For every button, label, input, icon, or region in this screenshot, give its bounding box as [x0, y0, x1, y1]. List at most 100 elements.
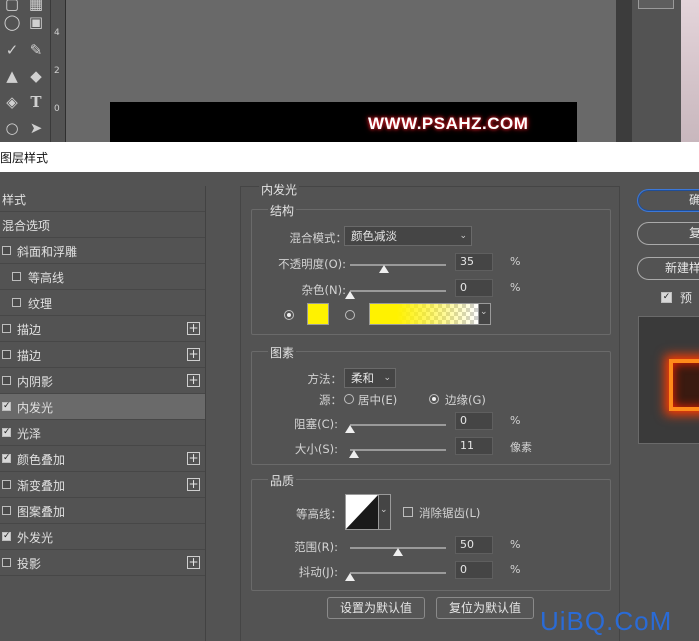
quality-title: 品质 [268, 472, 297, 489]
glow-gradient-swatch[interactable] [369, 303, 479, 325]
add-effect-button[interactable]: + [187, 322, 200, 335]
blend-mode-value: 颜色减淡 [351, 229, 397, 243]
site-watermark: UiBQ.CoM [540, 606, 673, 636]
document-canvas[interactable]: WWW.PSAHZ.COM [110, 102, 577, 142]
cancel-button[interactable]: 复 [637, 222, 699, 245]
range-slider-thumb[interactable] [393, 548, 403, 556]
blend-mode-select[interactable]: 颜色减淡 ⌄ [344, 226, 472, 246]
style-checkbox[interactable] [2, 324, 11, 333]
noise-label: 杂色(N): [301, 283, 346, 297]
preview-checkbox[interactable]: ✓ [661, 292, 672, 303]
style-checkbox[interactable] [2, 480, 11, 489]
style-item[interactable]: 描边 + [0, 316, 205, 342]
style-checkbox[interactable]: ✓ [2, 402, 11, 411]
source-center-radio[interactable] [344, 394, 354, 404]
opacity-slider-thumb[interactable] [378, 265, 389, 273]
method-label: 方法： [307, 372, 343, 386]
lasso-tool-icon[interactable]: ◯ [2, 12, 22, 32]
choke-slider-track[interactable] [350, 424, 446, 426]
quick-select-tool-icon[interactable]: ▣ [26, 12, 46, 32]
jitter-unit: % [510, 563, 521, 576]
style-item[interactable]: 渐变叠加 + [0, 472, 205, 498]
jitter-label: 抖动(J): [298, 565, 338, 579]
contour-dropdown[interactable]: ⌄ [379, 494, 391, 530]
add-effect-button[interactable]: + [187, 374, 200, 387]
range-label: 范围(R): [294, 540, 338, 554]
glow-color-swatch[interactable] [307, 303, 329, 325]
choke-slider-thumb[interactable] [345, 425, 355, 433]
style-item[interactable]: 等高线 [0, 264, 205, 290]
style-checkbox[interactable]: ✓ [2, 428, 11, 437]
add-effect-button[interactable]: + [187, 556, 200, 569]
style-checkbox[interactable] [2, 506, 11, 515]
chevron-down-icon: ⌄ [480, 307, 488, 317]
style-checkbox[interactable] [2, 246, 11, 255]
ok-button[interactable]: 确 [637, 189, 699, 212]
contour-picker[interactable] [345, 494, 379, 530]
style-checkbox[interactable]: ✓ [2, 454, 11, 463]
chevron-down-icon: ⌄ [380, 505, 388, 515]
antialias-checkbox[interactable] [403, 507, 413, 517]
eyedropper-tool-icon[interactable]: ✓ [2, 40, 22, 60]
style-item[interactable]: 投影 + [0, 550, 205, 576]
opacity-unit: % [510, 255, 521, 268]
jitter-input[interactable]: 0 [455, 561, 493, 579]
style-item[interactable]: ✓ 外发光 [0, 524, 205, 550]
range-input[interactable]: 50 [455, 536, 493, 554]
style-checkbox[interactable] [12, 272, 21, 281]
new-style-button[interactable]: 新建样 [637, 257, 699, 280]
add-effect-button[interactable]: + [187, 348, 200, 361]
pen-tool-icon[interactable]: ○ [2, 118, 22, 138]
style-item[interactable]: ✓ 光泽 [0, 420, 205, 446]
style-checkbox[interactable] [2, 350, 11, 359]
dialog-title-bar[interactable]: 图层样式 [0, 142, 699, 172]
noise-input[interactable]: 0 [455, 279, 493, 297]
eraser-tool-icon[interactable]: ◆ [26, 66, 46, 86]
jitter-slider-thumb[interactable] [345, 573, 355, 581]
style-item[interactable]: 内阴影 + [0, 368, 205, 394]
style-item-label: 描边 [17, 349, 42, 363]
styles-header[interactable]: 样式 [0, 186, 205, 212]
style-item[interactable]: 图案叠加 [0, 498, 205, 524]
gradient-dropdown[interactable]: ⌄ [479, 303, 491, 325]
style-checkbox[interactable]: ✓ [2, 532, 11, 541]
style-item[interactable]: 混合选项 [0, 212, 205, 238]
size-slider-thumb[interactable] [349, 450, 360, 458]
source-edge-radio[interactable] [429, 394, 439, 404]
type-tool-icon[interactable]: T [26, 92, 46, 112]
solid-color-radio[interactable] [284, 310, 294, 320]
paint-bucket-tool-icon[interactable]: ◈ [2, 92, 22, 112]
noise-slider-thumb[interactable] [345, 291, 355, 299]
style-item[interactable]: 纹理 [0, 290, 205, 316]
brush-tool-icon[interactable]: ✎ [26, 40, 46, 60]
structure-title: 结构 [268, 202, 297, 219]
stamp-tool-icon[interactable]: ▲ [2, 66, 22, 86]
style-checkbox[interactable] [2, 558, 11, 567]
size-input[interactable]: 11 [455, 437, 493, 455]
add-effect-button[interactable]: + [187, 452, 200, 465]
choke-input[interactable]: 0 [455, 412, 493, 430]
panel-button[interactable] [638, 0, 674, 9]
size-slider-track[interactable] [350, 449, 446, 451]
style-item-label: 内发光 [17, 401, 54, 415]
style-item[interactable]: ✓ 内发光 [0, 394, 205, 420]
style-checkbox[interactable] [2, 376, 11, 385]
opacity-input[interactable]: 35 [455, 253, 493, 271]
method-select[interactable]: 柔和 ⌄ [344, 368, 396, 388]
style-checkbox[interactable] [12, 298, 21, 307]
style-item[interactable]: 斜面和浮雕 [0, 238, 205, 264]
reset-default-button[interactable]: 复位为默认值 [436, 597, 534, 619]
path-select-tool-icon[interactable]: ➤ [26, 118, 46, 138]
style-item-label: 纹理 [28, 297, 53, 311]
set-default-button[interactable]: 设置为默认值 [327, 597, 425, 619]
preview-label: 预 [680, 291, 693, 305]
jitter-slider-track[interactable] [350, 572, 446, 574]
style-item-label: 内阴影 [17, 375, 54, 389]
style-item[interactable]: 描边 + [0, 342, 205, 368]
elements-title: 图素 [268, 344, 297, 361]
noise-slider-track[interactable] [350, 290, 446, 292]
style-item[interactable]: ✓ 颜色叠加 + [0, 446, 205, 472]
gradient-radio[interactable] [345, 310, 355, 320]
opacity-slider-track[interactable] [350, 264, 446, 266]
add-effect-button[interactable]: + [187, 478, 200, 491]
